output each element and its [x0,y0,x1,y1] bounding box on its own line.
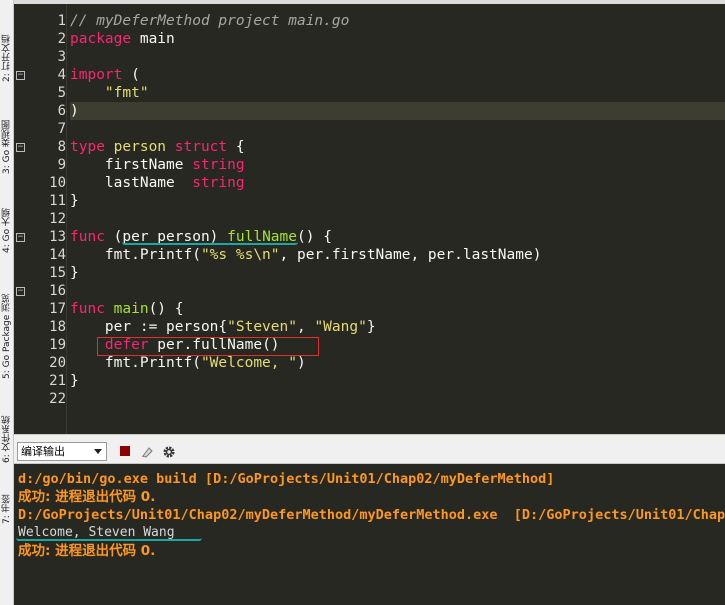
side-tab-go-package-browser[interactable]: 5: Go Package 浏览 [0,276,13,396]
line-number: 8 [57,139,66,155]
output-line: d:/go/bin/go.exe build [D:/GoProjects/Un… [18,471,555,487]
code-line-14: fmt.Printf("%s %s\n", per.firstName, per… [70,247,542,263]
line-number: 1 [57,13,66,29]
clear-output-icon[interactable] [140,444,154,458]
line-number: 22 [49,391,66,407]
line-number: 17 [49,301,66,317]
fold-toggle-icon[interactable]: − [16,287,25,296]
receiver-underline [122,242,298,245]
line-number: 18 [49,319,66,335]
build-output-panel[interactable]: d:/go/bin/go.exe build [D:/GoProjects/Un… [14,464,725,605]
code-line-5: "fmt" [70,85,149,101]
code-line-2: package main [70,31,175,47]
line-number: 4 [57,67,66,83]
fold-toggle-icon[interactable]: − [16,143,25,152]
line-number: 15 [49,265,66,281]
fold-toggle-icon[interactable]: − [16,71,25,80]
code-line-11: } [70,193,79,209]
side-tab-bookmarks[interactable]: 7: 书签 [0,486,13,532]
chevron-down-icon [94,449,102,454]
side-tab-strip: 2: 打开文档 3: Go 类视图 4: Go 大纲 5: Go Package… [0,0,14,605]
line-number: 2 [57,31,66,47]
fold-toggle-icon[interactable]: − [16,233,25,242]
code-line-21: } [70,373,79,389]
code-line-6-current: ) [70,102,725,120]
code-area[interactable]: // myDeferMethod project main.go package… [70,4,725,434]
code-editor[interactable]: 1 2 3 4 5 6 7 8 9 10 11 12 13 14 15 16 1… [14,4,725,434]
output-type-label: 编译输出 [21,445,65,458]
line-number: 9 [57,157,66,173]
side-tab-open-documents[interactable]: 2: 打开文档 [0,22,13,94]
line-number: 19 [49,337,66,353]
side-tab-file-system[interactable]: 6: 文件系统 [0,404,13,474]
output-line: D:/GoProjects/Unit01/Chap02/myDeferMetho… [18,507,725,523]
line-number: 6 [57,103,66,119]
line-number: 11 [49,193,66,209]
line-number: 12 [49,211,66,227]
line-number: 10 [49,175,66,191]
code-line-9: firstName string [70,157,245,173]
line-number: 21 [49,373,66,389]
line-number: 14 [49,247,66,263]
gear-icon[interactable] [162,444,176,458]
code-line-1: // myDeferMethod project main.go [70,13,350,29]
output-underline [16,538,202,541]
line-number: 13 [49,229,66,245]
gutter-separator [66,4,67,434]
stop-icon[interactable] [120,446,130,456]
output-line: 成功: 进程退出代码 0. [18,543,156,559]
line-number: 3 [57,49,66,65]
line-number: 5 [57,85,66,101]
output-line: 成功: 进程退出代码 0. [18,489,156,505]
line-number: 7 [57,121,66,137]
code-line-19: defer per.fullName() [70,337,280,353]
output-toolbar: 编译输出 [14,434,725,464]
line-number-gutter: 1 2 3 4 5 6 7 8 9 10 11 12 13 14 15 16 1… [14,4,66,434]
side-tab-go-class-view[interactable]: 3: Go 类视图 [0,108,13,186]
side-tab-go-outline[interactable]: 4: Go 大纲 [0,198,13,264]
output-type-select[interactable]: 编译输出 [17,442,107,461]
code-line-15: } [70,265,79,281]
code-line-18: per := person{"Steven", "Wang"} [70,319,376,335]
code-line-4: import ( [70,67,140,83]
code-line-17: func main() { [70,301,184,317]
code-line-10: lastName string [70,175,245,191]
line-number: 20 [49,355,66,371]
line-number: 16 [49,283,66,299]
code-line-8: type person struct { [70,139,245,155]
code-line-20: fmt.Printf("Welcome, ") [70,355,306,371]
